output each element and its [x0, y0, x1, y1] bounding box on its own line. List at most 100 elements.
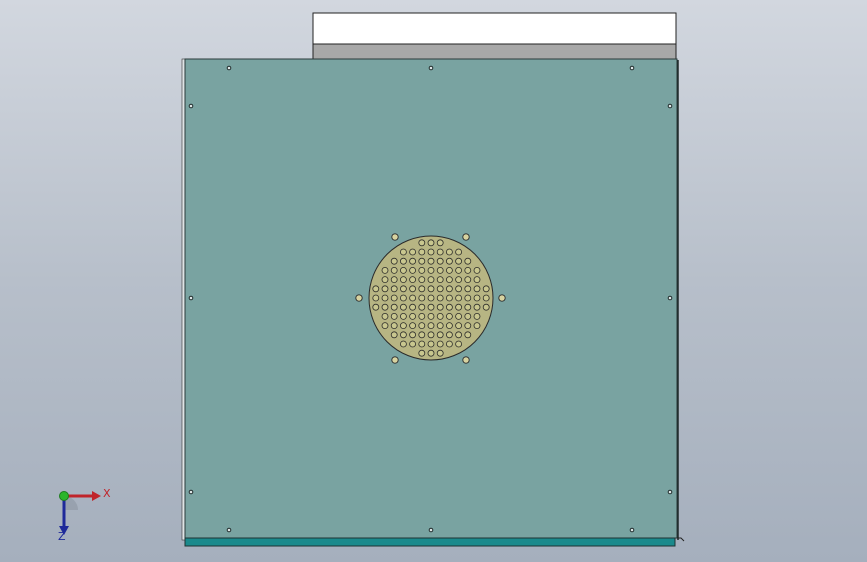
- mounting-hole: [629, 65, 635, 71]
- vent-hole: [409, 322, 417, 330]
- orientation-triad[interactable]: X Z: [40, 482, 120, 552]
- model-view[interactable]: [0, 0, 867, 562]
- base-strip[interactable]: [184, 537, 676, 547]
- vent-hole: [409, 276, 417, 284]
- vent-hole: [436, 322, 444, 330]
- vent-hole: [409, 294, 417, 302]
- vent-hole: [473, 303, 481, 311]
- vent-hole: [399, 312, 407, 320]
- vent-hole: [372, 294, 380, 302]
- vent-hole: [418, 248, 426, 256]
- mounting-hole: [428, 527, 434, 533]
- x-axis-arrowhead: [92, 491, 101, 501]
- vent-hole: [436, 239, 444, 247]
- vent-hole: [427, 294, 435, 302]
- vent-hole: [409, 331, 417, 339]
- vent-hole: [372, 303, 380, 311]
- vent-hole: [399, 331, 407, 339]
- vent-hole: [436, 276, 444, 284]
- vent-hole: [445, 285, 453, 293]
- vent-hole: [390, 257, 398, 265]
- vent-hole: [445, 257, 453, 265]
- vent-hole: [436, 349, 444, 357]
- vent-hole: [445, 312, 453, 320]
- vent-hole: [390, 285, 398, 293]
- vent-hole: [464, 257, 472, 265]
- vent-hole: [436, 303, 444, 311]
- vent-hole: [399, 294, 407, 302]
- vent-hole: [436, 257, 444, 265]
- graphics-viewport[interactable]: X Z: [0, 0, 867, 562]
- vent-hole: [473, 322, 481, 330]
- vent-hole: [381, 294, 389, 302]
- vent-hole: [409, 257, 417, 265]
- vent-hole: [418, 257, 426, 265]
- top-lid[interactable]: [312, 12, 677, 60]
- vent-hole: [436, 340, 444, 348]
- vent-hole: [464, 276, 472, 284]
- vent-hole: [399, 257, 407, 265]
- vent-hole: [427, 285, 435, 293]
- vent-hole: [390, 266, 398, 274]
- vent-hole: [399, 285, 407, 293]
- base-strip-face: [184, 537, 676, 547]
- corner-marker-icon: [677, 537, 685, 542]
- vent-hole: [427, 257, 435, 265]
- vent-hole: [455, 303, 463, 311]
- vent-hole: [418, 239, 426, 247]
- vent-hole: [399, 340, 407, 348]
- vent-mount-hole: [498, 294, 506, 302]
- vent-hole: [381, 266, 389, 274]
- vent-hole: [464, 331, 472, 339]
- vent-hole: [436, 266, 444, 274]
- vent-hole: [455, 312, 463, 320]
- vent-hole: [399, 303, 407, 311]
- mounting-hole: [667, 103, 673, 109]
- vent-hole: [390, 331, 398, 339]
- vent-hole: [464, 266, 472, 274]
- vent-hole: [390, 303, 398, 311]
- vent-mount-hole: [391, 233, 399, 241]
- vent-hole: [445, 340, 453, 348]
- vent-hole: [372, 285, 380, 293]
- vent-hole: [455, 331, 463, 339]
- vent-hole: [427, 239, 435, 247]
- y-axis-icon: [59, 491, 69, 501]
- vent-hole: [445, 276, 453, 284]
- top-lid-face: [312, 12, 677, 45]
- vent-hole: [482, 303, 490, 311]
- mounting-hole: [667, 489, 673, 495]
- vent-hole: [427, 331, 435, 339]
- vent-hole: [381, 312, 389, 320]
- vent-hole: [464, 312, 472, 320]
- vent-hole: [436, 331, 444, 339]
- mounting-hole: [428, 65, 434, 71]
- vent-hole: [427, 266, 435, 274]
- vent-hole: [445, 322, 453, 330]
- vent-hole: [409, 248, 417, 256]
- mounting-hole: [188, 103, 194, 109]
- vent-hole: [455, 340, 463, 348]
- vent-hole: [473, 285, 481, 293]
- vent-hole: [473, 276, 481, 284]
- vent-hole: [464, 322, 472, 330]
- vent-hole: [482, 294, 490, 302]
- vent-hole: [427, 322, 435, 330]
- vent-hole: [399, 322, 407, 330]
- vent-hole: [427, 349, 435, 357]
- vent-hole: [418, 340, 426, 348]
- x-axis-label: X: [103, 487, 111, 500]
- z-axis-label: Z: [58, 530, 66, 543]
- mounting-hole: [188, 489, 194, 495]
- vent-hole: [390, 322, 398, 330]
- vent-hole: [464, 285, 472, 293]
- top-lid-band: [312, 43, 677, 60]
- vent-hole: [427, 303, 435, 311]
- vent-hole: [381, 322, 389, 330]
- vent-hole: [418, 322, 426, 330]
- vent-mount-hole: [462, 233, 470, 241]
- vent-hole: [399, 266, 407, 274]
- vent-hole: [399, 276, 407, 284]
- vent-hole: [455, 285, 463, 293]
- vent-mount-hole: [355, 294, 363, 302]
